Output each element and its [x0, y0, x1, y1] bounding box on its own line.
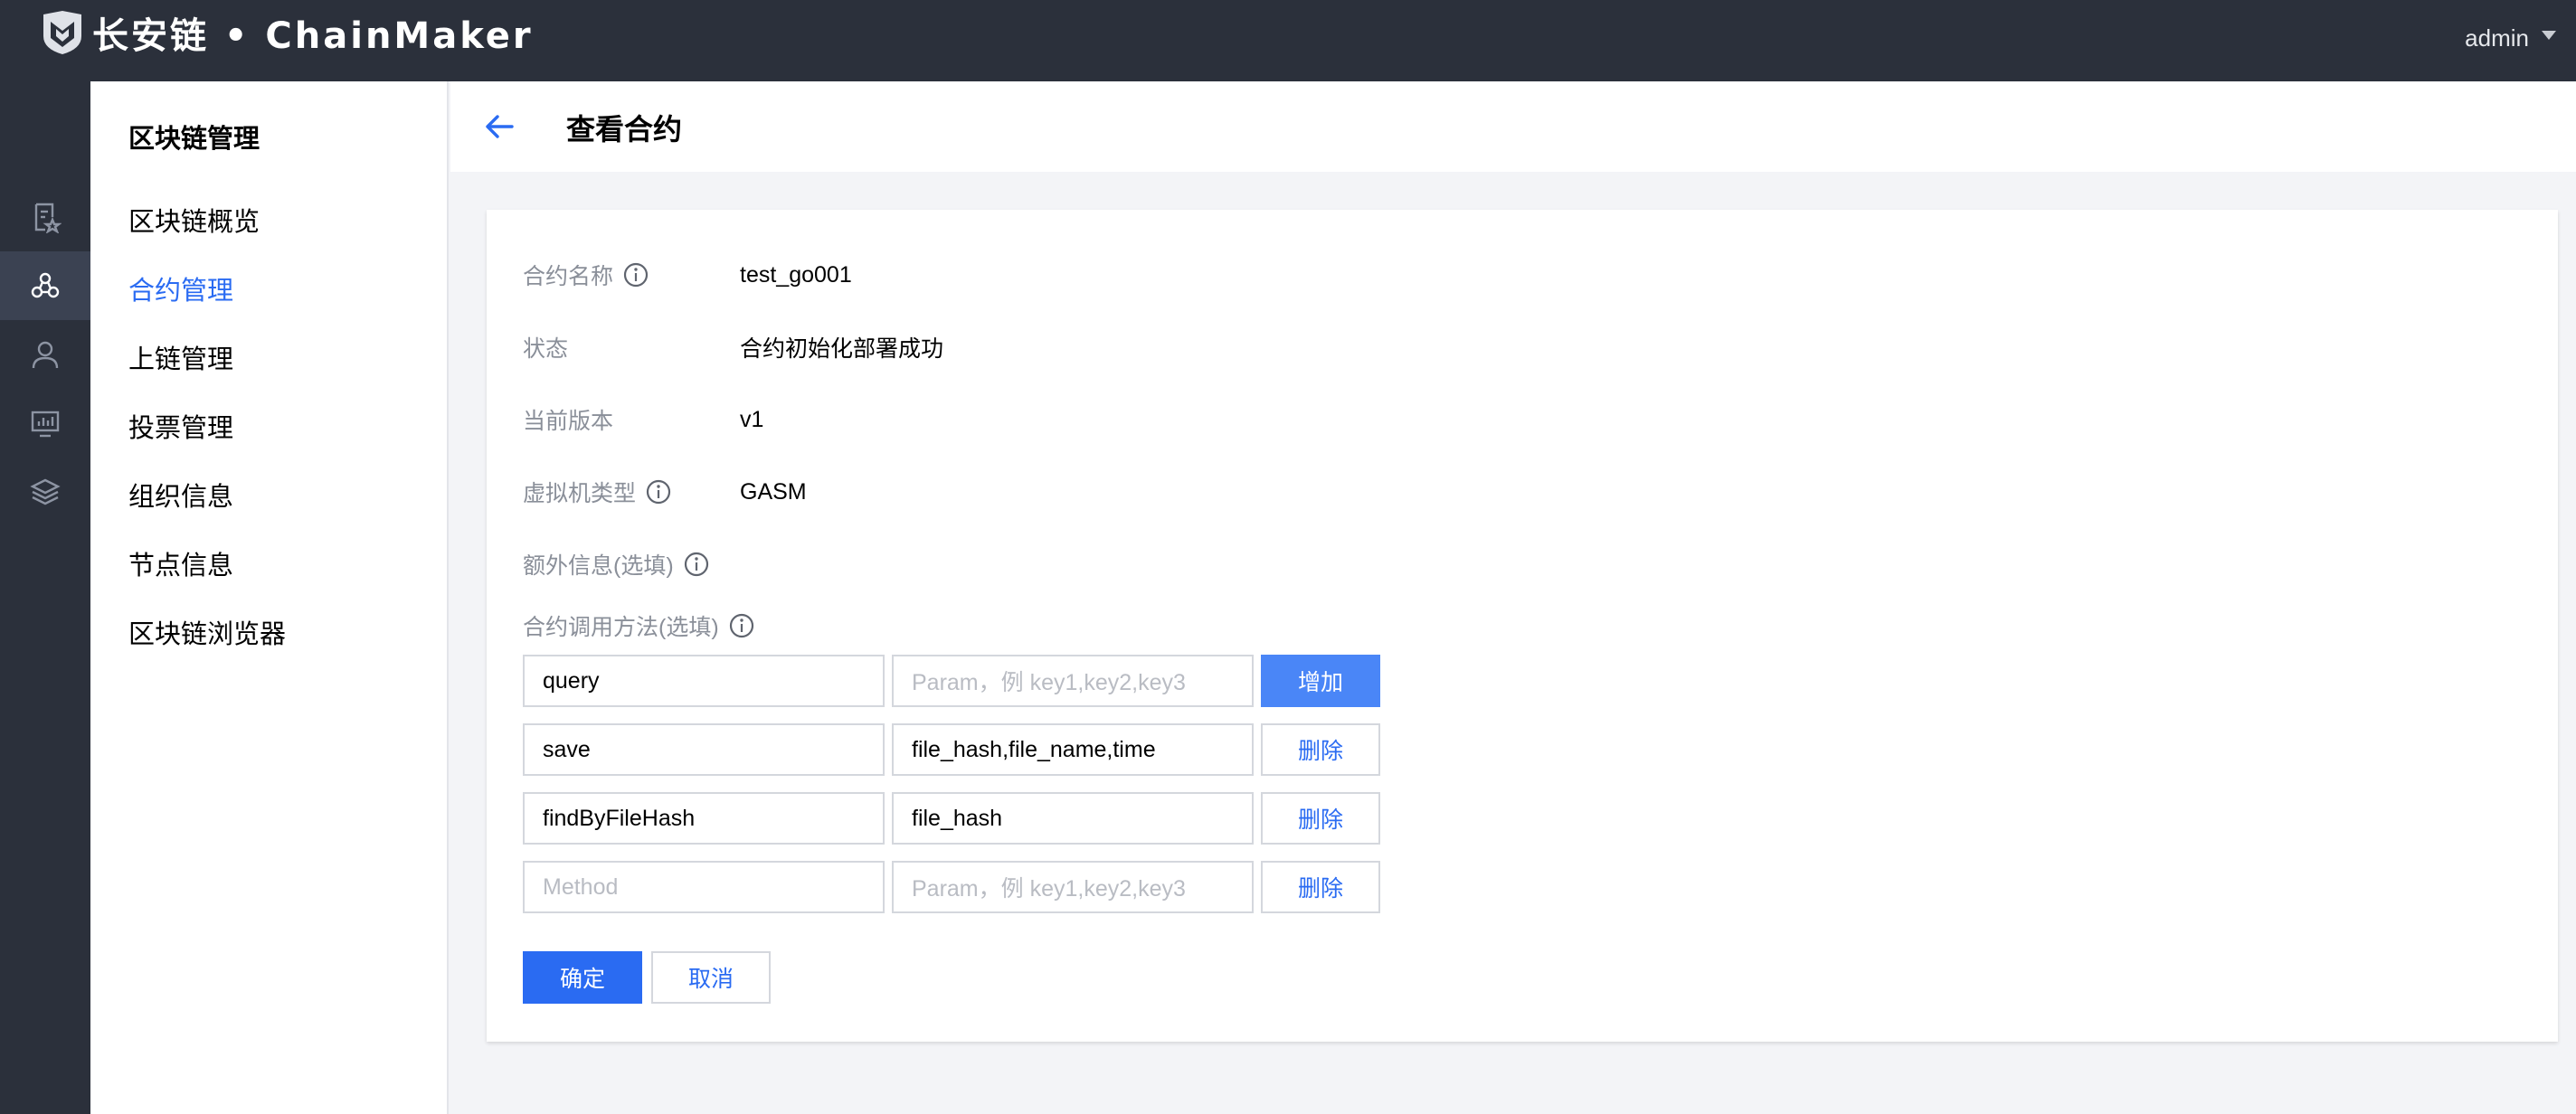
param-input[interactable]: file_hash,file_name,time [892, 723, 1254, 776]
confirm-button[interactable]: 确定 [523, 951, 642, 1004]
rail-item-layers[interactable] [0, 458, 90, 526]
method-input[interactable]: Method [523, 861, 885, 913]
chainmaker-logo-icon [43, 11, 81, 54]
contract-name-label: 合约名称 [523, 259, 649, 291]
subnav-item-explorer[interactable]: 区块链浏览器 [128, 613, 286, 651]
caret-down-icon [2542, 31, 2556, 40]
version-label: 当前版本 [523, 403, 613, 436]
vm-type-value: GASM [740, 478, 807, 505]
delete-method-button[interactable]: 删除 [1261, 723, 1380, 776]
rail-item-contract[interactable] [0, 183, 90, 251]
rail-item-monitor[interactable] [0, 389, 90, 458]
contract-name-value: test_go001 [740, 261, 852, 288]
user-menu[interactable]: admin [2465, 20, 2556, 56]
method-input[interactable]: query [523, 655, 885, 707]
contract-doc-icon [34, 203, 62, 233]
subnav-item-node[interactable]: 节点信息 [128, 544, 233, 582]
methods-label-text: 合约调用方法(选填) [523, 615, 719, 640]
method-input[interactable]: save [523, 723, 885, 776]
cancel-button[interactable]: 取消 [651, 951, 771, 1004]
methods-label: 合约调用方法(选填) [523, 609, 755, 642]
delete-method-button[interactable]: 删除 [1261, 792, 1380, 845]
info-icon[interactable] [622, 261, 649, 288]
contract-name-label-text: 合约名称 [523, 264, 614, 289]
subnav-item-contract[interactable]: 合约管理 [128, 269, 233, 307]
info-icon[interactable] [645, 478, 672, 505]
layers-icon [30, 478, 61, 505]
vm-type-label-text: 虚拟机类型 [523, 481, 637, 506]
method-input[interactable]: findByFileHash [523, 792, 885, 845]
version-label-text: 当前版本 [523, 409, 614, 434]
status-label-text: 状态 [523, 336, 569, 362]
status-value: 合约初始化部署成功 [740, 336, 944, 362]
page-title: 查看合约 [566, 113, 683, 146]
contract-detail-card: 合约名称 test_go001 状态 合约初始化部署成功 当前版本 v1 虚拟机… [487, 210, 2558, 1042]
back-arrow-icon[interactable] [483, 110, 516, 143]
secondary-nav: 区块链管理 区块链概览 合约管理 上链管理 投票管理 组织信息 节点信息 区块链… [90, 81, 449, 1114]
user-icon [32, 341, 59, 369]
status-label: 状态 [523, 331, 568, 363]
extra-info-label-text: 额外信息(选填) [523, 553, 674, 579]
subnav-item-org[interactable]: 组织信息 [128, 476, 233, 514]
blockchain-network-icon [31, 272, 60, 298]
info-icon[interactable] [683, 551, 710, 578]
info-icon[interactable] [728, 612, 755, 639]
version-value: v1 [740, 406, 764, 432]
subnav-item-vote[interactable]: 投票管理 [128, 407, 233, 445]
param-input[interactable]: file_hash [892, 792, 1254, 845]
logo[interactable]: 长安链 • ChainMaker [40, 7, 534, 58]
subnav-item-onchain[interactable]: 上链管理 [128, 338, 233, 376]
subnav-title: 区块链管理 [128, 125, 260, 154]
add-method-button[interactable]: 增加 [1261, 655, 1380, 707]
monitor-icon [31, 411, 60, 438]
vm-type-label: 虚拟机类型 [523, 476, 672, 508]
logo-text: 长安链 • ChainMaker [92, 15, 534, 57]
icon-rail [0, 81, 90, 1114]
user-name: admin [2465, 24, 2529, 52]
top-bar: 长安链 • ChainMaker admin [0, 0, 2576, 81]
param-input[interactable]: Param，例 key1,key2,key3 [892, 861, 1254, 913]
subnav-item-overview[interactable]: 区块链概览 [128, 201, 260, 239]
rail-item-blockchain[interactable] [0, 251, 90, 320]
extra-info-label: 额外信息(选填) [523, 548, 710, 581]
rail-item-user[interactable] [0, 320, 90, 389]
page-header: 查看合约 [450, 81, 2576, 172]
param-input[interactable]: Param，例 key1,key2,key3 [892, 655, 1254, 707]
delete-method-button[interactable]: 删除 [1261, 861, 1380, 913]
